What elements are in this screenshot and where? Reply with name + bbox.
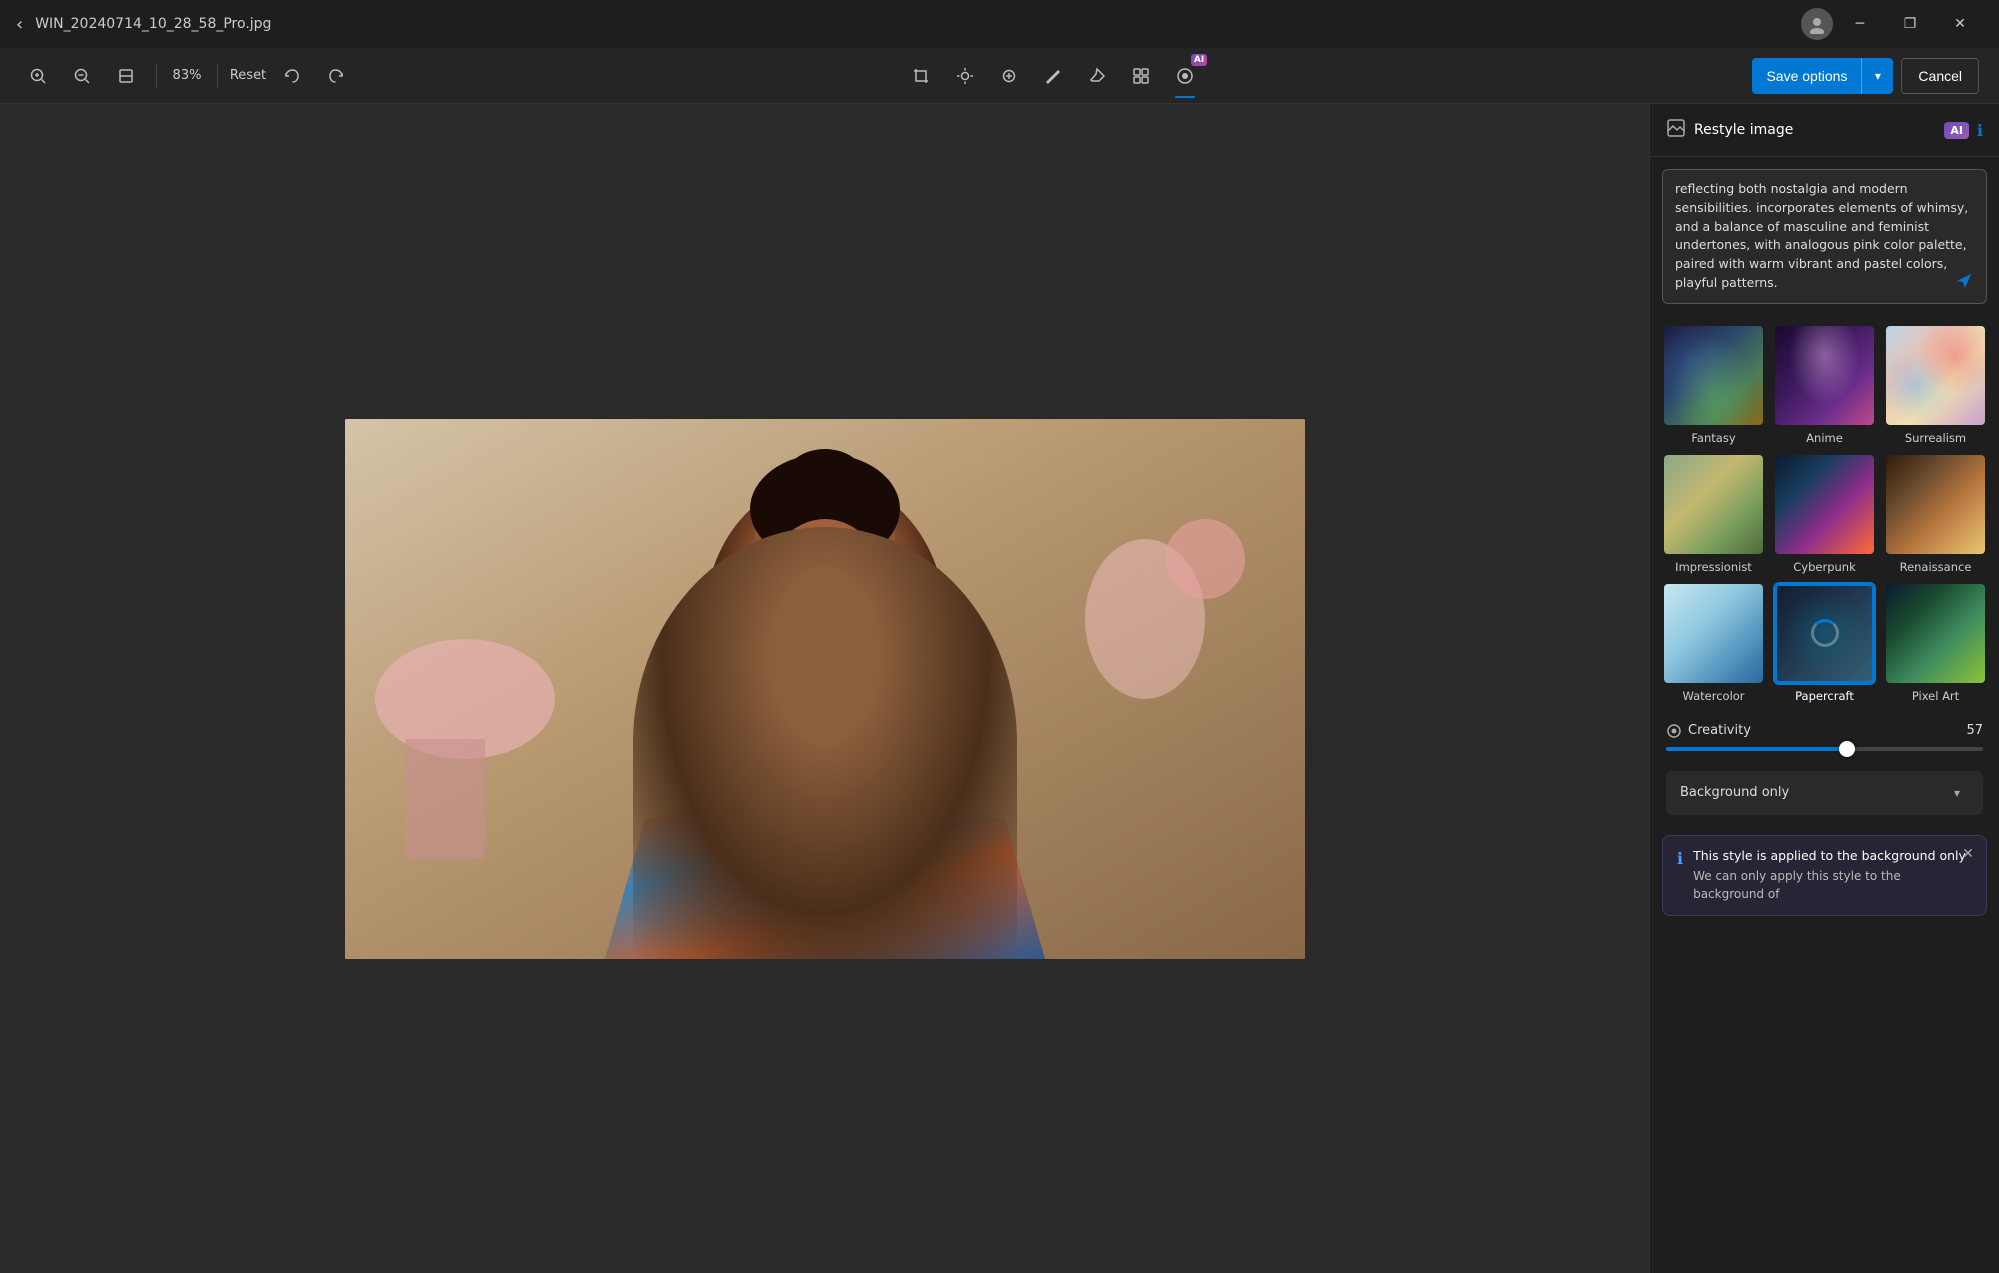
right-panel: Restyle image AI ℹ reflecting both nosta… xyxy=(1649,104,1999,1273)
style-label-surrealism: Surrealism xyxy=(1905,431,1966,445)
style-item-watercolor[interactable]: Watercolor xyxy=(1662,582,1765,703)
creativity-value: 57 xyxy=(1966,723,1983,738)
style-thumb-fantasy xyxy=(1662,324,1765,427)
style-label-cyberpunk: Cyberpunk xyxy=(1793,560,1855,574)
style-thumb-anime xyxy=(1773,324,1876,427)
style-thumb-cyberpunk xyxy=(1773,453,1876,556)
creativity-slider[interactable] xyxy=(1666,747,1983,751)
info-button[interactable]: ℹ xyxy=(1977,121,1983,140)
tooltip-close-button[interactable]: ✕ xyxy=(1958,844,1978,864)
zoom-value: 83% xyxy=(169,68,205,83)
tooltip-body: We can only apply this style to the back… xyxy=(1693,867,1972,903)
avatar[interactable] xyxy=(1801,8,1833,40)
crop-button[interactable] xyxy=(903,58,939,94)
canvas-area xyxy=(0,104,1649,1273)
style-grid: Fantasy Anime Surrealism Impressionist Cyber… xyxy=(1650,316,1999,711)
restyle-icon xyxy=(1666,118,1686,142)
style-item-papercraft[interactable]: Papercraft xyxy=(1773,582,1876,703)
style-thumb-papercraft xyxy=(1773,582,1876,685)
fit-button[interactable] xyxy=(108,58,144,94)
divider-1 xyxy=(156,64,157,88)
style-label-fantasy: Fantasy xyxy=(1691,431,1735,445)
minimize-button[interactable]: ─ xyxy=(1837,8,1883,40)
style-label-watercolor: Watercolor xyxy=(1682,689,1744,703)
creativity-section: Creativity 57 xyxy=(1650,711,1999,763)
send-button[interactable] xyxy=(1950,267,1978,295)
style-label-anime: Anime xyxy=(1806,431,1843,445)
cancel-button[interactable]: Cancel xyxy=(1901,58,1979,94)
file-title: WIN_20240714_10_28_58_Pro.jpg xyxy=(35,16,271,32)
style-label-papercraft: Papercraft xyxy=(1795,689,1854,703)
style-label-pixelart: Pixel Art xyxy=(1912,689,1959,703)
style-label-impressionist: Impressionist xyxy=(1675,560,1752,574)
undo-button[interactable] xyxy=(274,58,310,94)
main-area: Restyle image AI ℹ reflecting both nosta… xyxy=(0,104,1999,1273)
titlebar: ‹ WIN_20240714_10_28_58_Pro.jpg ─ ❐ ✕ xyxy=(0,0,1999,48)
save-options-label: Save options xyxy=(1752,68,1861,84)
style-item-impressionist[interactable]: Impressionist xyxy=(1662,453,1765,574)
style-item-anime[interactable]: Anime xyxy=(1773,324,1876,445)
back-button[interactable]: ‹ xyxy=(16,14,23,35)
style-item-renaissance[interactable]: Renaissance xyxy=(1884,453,1987,574)
background-only-toggle[interactable]: Background only ▾ xyxy=(1666,771,1983,815)
style-thumb-renaissance xyxy=(1884,453,1987,556)
prompt-text: reflecting both nostalgia and modern sen… xyxy=(1675,180,1974,293)
background-info-tooltip: ℹ This style is applied to the backgroun… xyxy=(1662,835,1987,916)
erase-button[interactable] xyxy=(1079,58,1115,94)
style-thumb-surrealism xyxy=(1884,324,1987,427)
reset-button[interactable]: Reset xyxy=(230,58,266,94)
edited-image xyxy=(345,419,1305,959)
zoom-out-button[interactable] xyxy=(64,58,100,94)
panel-title: Restyle image xyxy=(1694,122,1936,138)
tooltip-title: This style is applied to the background … xyxy=(1693,848,1972,863)
ai-badge: AI xyxy=(1944,122,1969,139)
style-item-pixelart[interactable]: Pixel Art xyxy=(1884,582,1987,703)
redo-button[interactable] xyxy=(318,58,354,94)
style-item-surrealism[interactable]: Surrealism xyxy=(1884,324,1987,445)
zoom-in-button[interactable] xyxy=(20,58,56,94)
background-chevron-icon[interactable]: ▾ xyxy=(1945,781,1969,805)
toolbar-right: Save options ▾ Cancel xyxy=(1752,58,1979,94)
window-controls: ─ ❐ ✕ xyxy=(1801,8,1983,40)
background-section: Background only ▾ xyxy=(1650,763,1999,827)
save-options-button[interactable]: Save options ▾ xyxy=(1752,58,1893,94)
prompt-area[interactable]: reflecting both nostalgia and modern sen… xyxy=(1662,169,1987,304)
toolbar: 83% Reset xyxy=(0,48,1999,104)
draw-button[interactable] xyxy=(1035,58,1071,94)
close-button[interactable]: ✕ xyxy=(1937,8,1983,40)
divider-2 xyxy=(217,64,218,88)
brightness-button[interactable] xyxy=(947,58,983,94)
restore-button[interactable]: ❐ xyxy=(1887,8,1933,40)
style-thumb-impressionist xyxy=(1662,453,1765,556)
filter-button[interactable] xyxy=(1123,58,1159,94)
creativity-label: Creativity xyxy=(1666,723,1751,739)
tooltip-content: This style is applied to the background … xyxy=(1693,848,1972,903)
style-thumb-watercolor xyxy=(1662,582,1765,685)
save-options-dropdown-arrow[interactable]: ▾ xyxy=(1861,58,1893,94)
spot-fix-button[interactable] xyxy=(991,58,1027,94)
style-thumb-pixelart xyxy=(1884,582,1987,685)
background-only-label: Background only xyxy=(1680,785,1789,800)
ai-button[interactable]: AI xyxy=(1167,58,1203,94)
titlebar-left: ‹ WIN_20240714_10_28_58_Pro.jpg xyxy=(16,14,271,35)
style-item-cyberpunk[interactable]: Cyberpunk xyxy=(1773,453,1876,574)
style-label-renaissance: Renaissance xyxy=(1900,560,1972,574)
style-item-fantasy[interactable]: Fantasy xyxy=(1662,324,1765,445)
tooltip-info-icon: ℹ xyxy=(1677,849,1683,868)
panel-header: Restyle image AI ℹ xyxy=(1650,104,1999,157)
